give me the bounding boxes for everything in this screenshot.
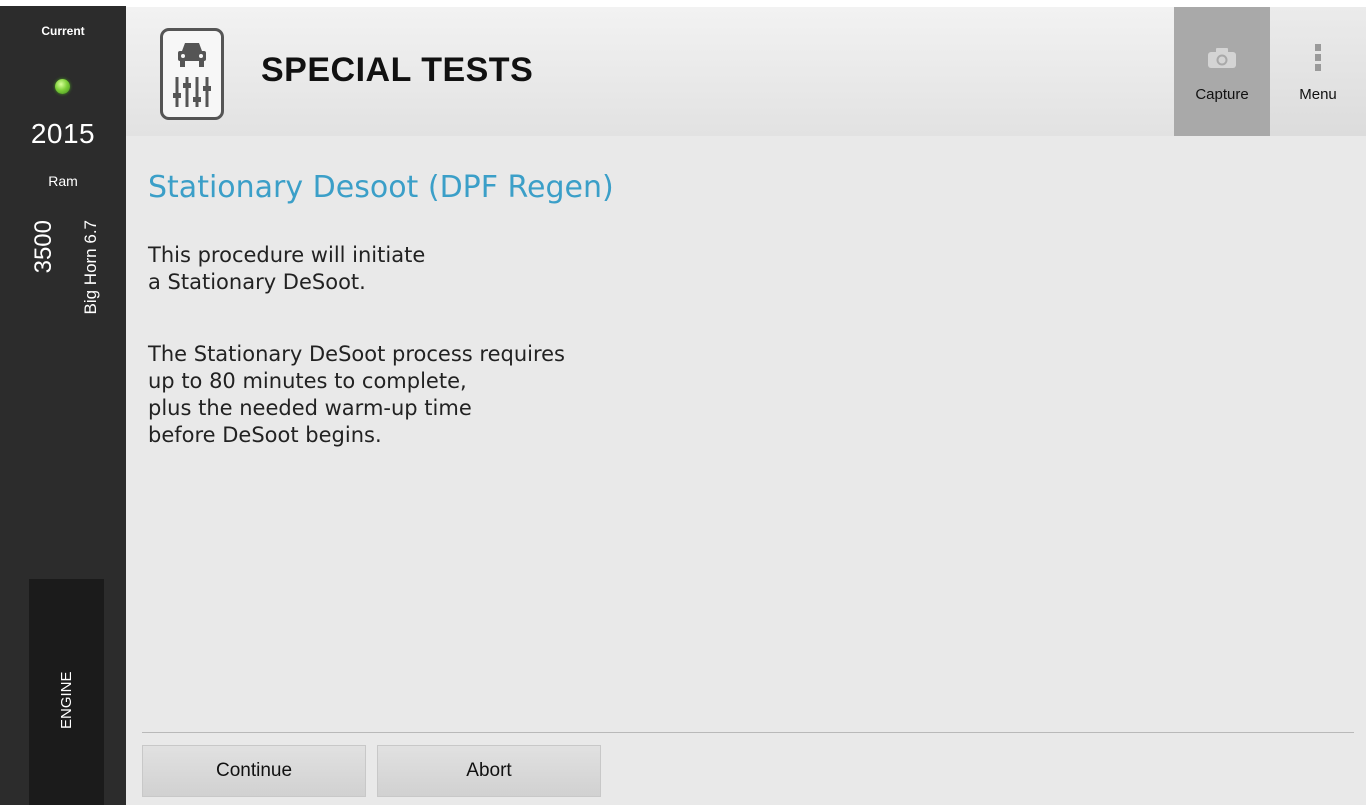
capture-label: Capture bbox=[1195, 86, 1249, 103]
procedure-description-2: The Stationary DeSoot process requires u… bbox=[148, 342, 565, 447]
vehicle-make: Ram bbox=[48, 173, 78, 189]
vehicle-model: 3500 bbox=[30, 220, 57, 274]
app-frame: Current 2015 Ram 3500 Big Horn 6.7 ENGIN… bbox=[0, 0, 1366, 805]
module-tab-label: ENGINE bbox=[58, 671, 75, 729]
menu-label: Menu bbox=[1299, 86, 1337, 103]
divider bbox=[142, 732, 1354, 733]
module-tab-engine[interactable]: ENGINE bbox=[29, 579, 104, 805]
continue-button[interactable]: Continue bbox=[142, 745, 366, 797]
menu-button[interactable]: Menu bbox=[1270, 7, 1366, 136]
page-title: SPECIAL TESTS bbox=[261, 51, 534, 89]
camera-icon bbox=[1174, 43, 1270, 73]
header-bar: SPECIAL TESTS Capture Menu bbox=[126, 7, 1366, 136]
vehicle-status-label: Current bbox=[41, 24, 85, 38]
procedure-panel: Stationary Desoot (DPF Regen) This proce… bbox=[126, 136, 1366, 805]
abort-button[interactable]: Abort bbox=[377, 745, 601, 797]
connection-status-led-icon bbox=[55, 79, 70, 94]
vehicle-year: 2015 bbox=[30, 118, 96, 149]
procedure-description-1: This procedure will initiate a Stationar… bbox=[148, 243, 426, 294]
vehicle-diagnostic-icon bbox=[160, 28, 224, 120]
capture-button[interactable]: Capture bbox=[1174, 7, 1270, 136]
vehicle-trim: Big Horn 6.7 bbox=[81, 220, 100, 315]
vehicle-sidebar: Current 2015 Ram 3500 Big Horn 6.7 ENGIN… bbox=[0, 6, 126, 805]
procedure-title: Stationary Desoot (DPF Regen) bbox=[148, 170, 614, 205]
kebab-menu-icon bbox=[1270, 43, 1366, 73]
